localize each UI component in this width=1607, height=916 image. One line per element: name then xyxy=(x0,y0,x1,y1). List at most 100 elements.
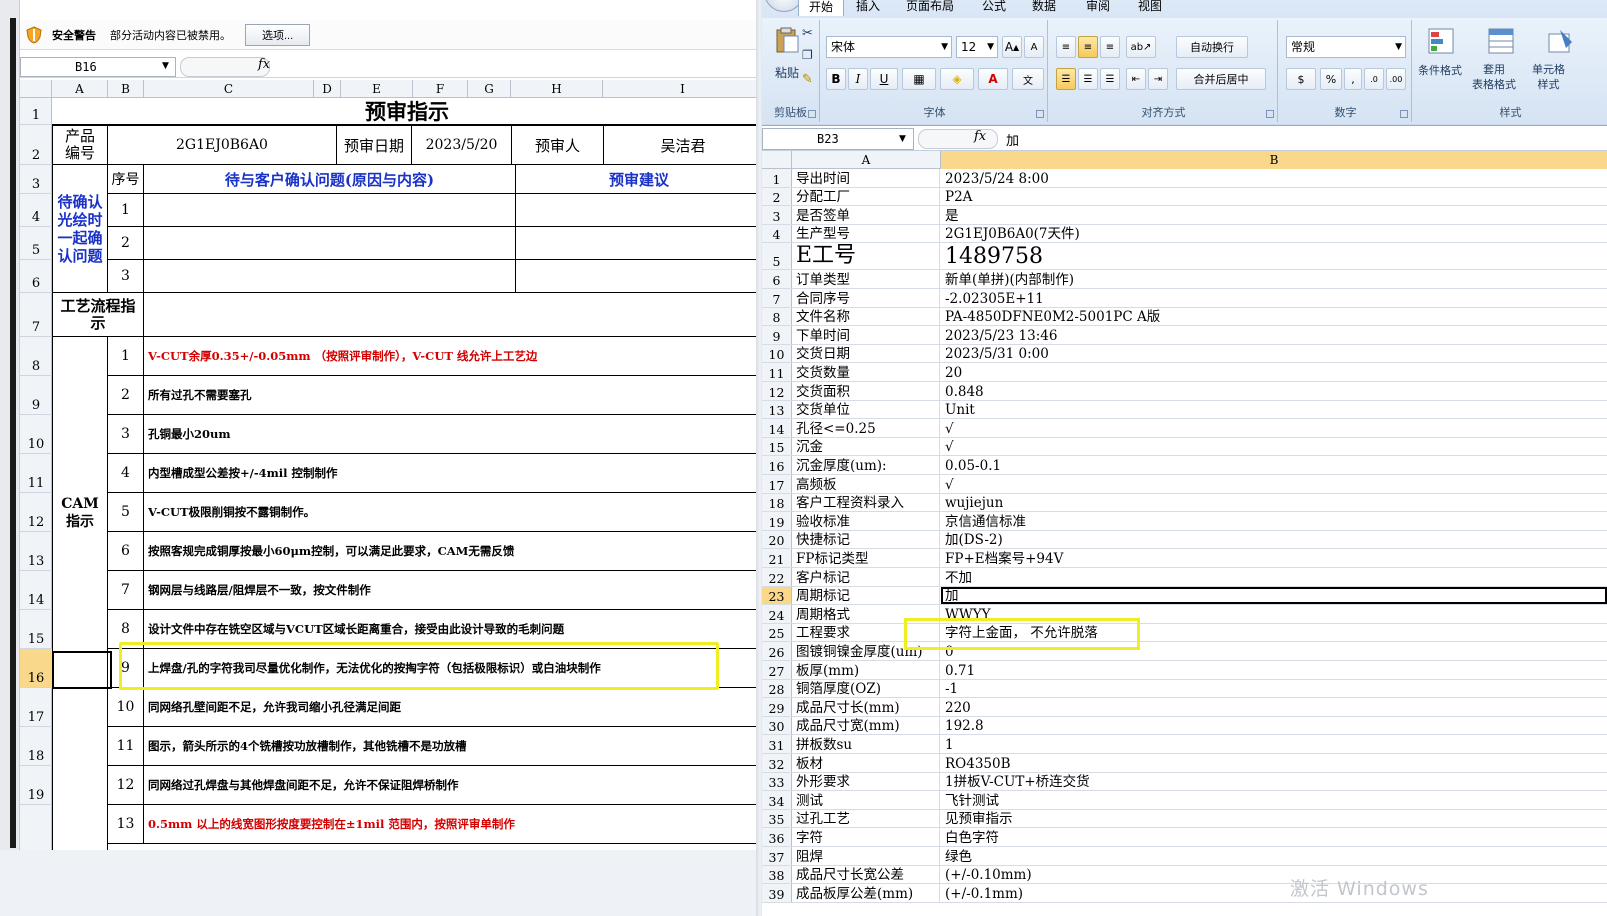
field-name-cell[interactable]: 成品尺寸长宽公差 xyxy=(792,865,940,884)
cam-item-number[interactable]: 1 xyxy=(108,337,144,376)
italic-button[interactable]: I xyxy=(848,68,868,90)
cam-item-text[interactable]: 孔铜最小20um xyxy=(144,415,762,454)
field-value-cell[interactable]: √ xyxy=(941,438,1607,455)
row-header[interactable]: 2 xyxy=(762,187,792,206)
copy-icon[interactable]: ❐ xyxy=(802,48,813,62)
row-header[interactable]: 5 xyxy=(20,227,52,260)
confirm-suggestion-cell[interactable] xyxy=(516,260,762,293)
column-header-d[interactable]: D xyxy=(314,80,341,98)
field-value-cell[interactable]: 新单(单拼)(内部制作) xyxy=(941,270,1607,288)
cam-item-number[interactable]: 5 xyxy=(108,493,144,532)
row-header[interactable]: 9 xyxy=(20,376,52,415)
column-header-a[interactable]: A xyxy=(792,151,941,169)
confirm-issue-cell[interactable] xyxy=(144,227,516,260)
field-name-cell[interactable]: 铜箔厚度(OZ) xyxy=(792,679,940,698)
field-name-cell[interactable]: 生产型号 xyxy=(792,224,940,243)
paste-label[interactable]: 粘贴 xyxy=(775,64,799,81)
sheet-title[interactable]: 预审指示 xyxy=(52,98,762,125)
decrease-font-icon[interactable]: A xyxy=(1024,36,1044,58)
reviewer-value[interactable]: 吴洁君 xyxy=(604,125,762,165)
row-header[interactable]: 14 xyxy=(20,571,52,610)
cam-item-text[interactable]: 同网络孔壁间距不足，允许我司缩小孔径满足间距 xyxy=(144,688,762,727)
cam-item-number[interactable]: 4 xyxy=(108,454,144,493)
cam-instructions-label[interactable]: CAM指示 xyxy=(52,337,108,689)
cam-item-text[interactable]: 0.5mm 以上的线宽图形按度要控制在±1mil 范围内，按照评审单制作 xyxy=(144,805,762,844)
cam-item-text[interactable]: 图示，箭头所示的4个铣槽按功放槽制作，其他铣槽不是功放槽 xyxy=(144,727,762,766)
row-header[interactable]: 5 xyxy=(762,243,792,270)
field-value-cell[interactable]: FP+E档案号+94V xyxy=(941,549,1607,567)
row-header[interactable]: 25 xyxy=(762,623,792,642)
name-box[interactable]: B23 xyxy=(762,128,914,150)
number-format-select[interactable]: 常规 ▼ xyxy=(1286,36,1406,58)
row-header[interactable]: 10 xyxy=(20,415,52,454)
field-value-cell[interactable]: RO4350B xyxy=(941,754,1607,772)
row-header[interactable]: 7 xyxy=(20,293,52,337)
field-value-cell[interactable]: 绿色 xyxy=(941,847,1607,865)
row-header[interactable]: 20 xyxy=(762,530,792,549)
field-name-cell[interactable]: 成品尺寸宽(mm) xyxy=(792,716,940,735)
field-value-cell[interactable]: -2.02305E+11 xyxy=(941,289,1607,307)
field-name-cell[interactable]: 分配工厂 xyxy=(792,187,940,206)
cam-item-number[interactable]: 11 xyxy=(108,727,144,766)
align-right-icon[interactable]: ☰ xyxy=(1100,68,1120,90)
field-name-cell[interactable]: 板材 xyxy=(792,754,940,772)
review-date-label[interactable]: 预审日期 xyxy=(337,125,412,165)
column-header-f[interactable]: F xyxy=(413,80,468,98)
field-name-cell[interactable]: 是否签单 xyxy=(792,206,940,224)
confirm-issue-cell[interactable] xyxy=(144,194,516,227)
field-name-cell[interactable]: 交货面积 xyxy=(792,382,940,400)
column-header-i[interactable]: I xyxy=(603,80,762,98)
row-header[interactable]: 15 xyxy=(762,437,792,456)
row-header[interactable]: 6 xyxy=(762,270,792,288)
table-format-icon[interactable] xyxy=(1486,26,1516,56)
row-header[interactable]: 31 xyxy=(762,735,792,753)
row-header[interactable]: 26 xyxy=(762,642,792,660)
field-name-cell[interactable]: 导出时间 xyxy=(792,169,940,187)
row-header[interactable]: 12 xyxy=(20,493,52,532)
review-date-value[interactable]: 2023/5/20 xyxy=(412,125,512,165)
tab-data[interactable]: 数据 xyxy=(1022,0,1066,16)
process-flow-label[interactable]: 工艺流程指示 xyxy=(52,293,144,337)
row-header[interactable]: 18 xyxy=(20,727,52,766)
field-value-cell[interactable]: 2023/5/31 0:00 xyxy=(941,345,1607,362)
format-painter-icon[interactable]: ✎ xyxy=(802,72,813,87)
row-header[interactable]: 17 xyxy=(20,688,52,727)
underline-button[interactable]: U xyxy=(870,68,898,90)
field-value-cell[interactable]: PA-4850DFNE0M2-5001PC A版 xyxy=(941,308,1607,325)
field-name-cell[interactable]: 交货数量 xyxy=(792,363,940,381)
row-header[interactable]: 28 xyxy=(762,679,792,698)
merge-center-button[interactable]: 合并后居中 xyxy=(1176,68,1266,90)
row-header[interactable]: 21 xyxy=(762,549,792,567)
field-value-cell[interactable]: 见预审指示 xyxy=(941,810,1607,827)
align-middle-icon[interactable]: ≡ xyxy=(1078,36,1098,58)
name-box[interactable]: B16 xyxy=(20,57,176,77)
cam-item-text[interactable]: 所有过孔不需要塞孔 xyxy=(144,376,762,415)
process-flow-cell[interactable] xyxy=(144,293,762,337)
table-format-label[interactable]: 套用 表格格式 xyxy=(1472,62,1516,92)
product-code-value[interactable]: 2G1EJ0B6A0 xyxy=(108,125,337,165)
tab-formulas[interactable]: 公式 xyxy=(972,0,1016,16)
decrease-decimal-icon[interactable]: .00 xyxy=(1386,68,1406,90)
field-value-cell[interactable]: 飞针测试 xyxy=(941,791,1607,809)
row-header[interactable]: 36 xyxy=(762,828,792,846)
field-name-cell[interactable]: 快捷标记 xyxy=(792,530,940,549)
cam-item-number[interactable]: 13 xyxy=(108,805,144,844)
row-header[interactable]: 9 xyxy=(762,326,792,344)
row-header[interactable]: 15 xyxy=(20,610,52,649)
field-value-cell[interactable]: 1489758 xyxy=(941,243,1607,269)
field-name-cell[interactable]: 测试 xyxy=(792,791,940,809)
reviewer-label[interactable]: 预审人 xyxy=(512,125,604,165)
column-header-c[interactable]: C xyxy=(144,80,314,98)
accounting-format-icon[interactable]: $ xyxy=(1286,68,1316,90)
tab-page-layout[interactable]: 页面布局 xyxy=(896,0,964,16)
issue-header[interactable]: 待与客户确认问题(原因与内容) xyxy=(144,165,516,194)
field-name-cell[interactable]: 沉金厚度(um): xyxy=(792,456,940,474)
cam-item-number[interactable]: 6 xyxy=(108,532,144,571)
increase-indent-icon[interactable]: ⇥ xyxy=(1148,68,1168,90)
cut-icon[interactable]: ✂ xyxy=(802,26,813,41)
field-name-cell[interactable]: 成品尺寸长(mm) xyxy=(792,698,940,716)
name-box-dropdown-icon[interactable]: ▼ xyxy=(162,61,169,71)
row-header[interactable]: 4 xyxy=(762,224,792,243)
field-name-cell[interactable]: 成品板厚公差(mm) xyxy=(792,884,940,902)
confirm-suggestion-cell[interactable] xyxy=(516,194,762,227)
